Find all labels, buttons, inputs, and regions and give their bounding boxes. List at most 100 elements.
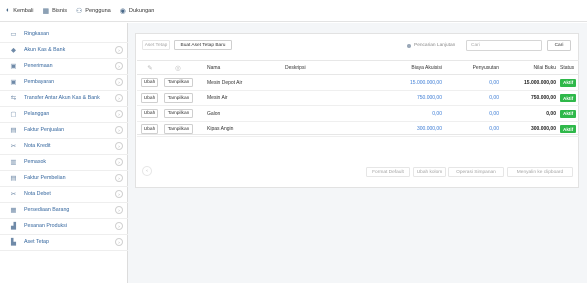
topnav-support-label: Dukungan: [128, 7, 155, 14]
sidebar-item-receipts[interactable]: ▣ Penerimaan ›: [0, 59, 128, 75]
acquisition-cost-link[interactable]: 15.000.000,00: [337, 75, 442, 90]
sidebar-item-customers[interactable]: ▢ Pelanggan ›: [0, 107, 128, 123]
acquisition-cost-link[interactable]: 0,00: [337, 106, 442, 121]
table-footer-divider: [137, 134, 579, 135]
edit-button[interactable]: Ubah: [141, 77, 158, 88]
asset-name: Mesin Depot Air: [207, 79, 243, 86]
sidebar-item-summary[interactable]: ▭ Ringkasan: [0, 27, 128, 43]
column-header-status[interactable]: Status: [560, 61, 574, 75]
column-header-acquisition-cost[interactable]: Biaya Akuisisi: [337, 61, 442, 75]
sidebar-item-inventory[interactable]: ▦ Persediaan Barang ›: [0, 203, 128, 219]
status-badge: Aktif: [560, 94, 577, 102]
default-format-button[interactable]: Format Default: [366, 167, 410, 177]
help-icon: ◉: [119, 7, 126, 15]
sidebar-item-label: Aset Tetap: [24, 239, 49, 246]
chevron-right-icon[interactable]: ›: [115, 206, 123, 215]
sidebar-item-transfer[interactable]: ⇆ Transfer Antar Akun Kas & Bank ›: [0, 91, 128, 107]
book-value: 15.000.000,00: [524, 79, 556, 86]
search-input[interactable]: Cari: [466, 40, 542, 51]
sidebar-item-cash-bank[interactable]: ◆ Akun Kas & Bank ›: [0, 43, 128, 59]
edit-column-icon: ✎: [147, 65, 153, 72]
edit-button[interactable]: Ubah: [141, 93, 158, 103]
sidebar-item-payments[interactable]: ▣ Pembayaran ›: [0, 75, 128, 91]
save-operation-button[interactable]: Operasi Simpanan: [448, 167, 504, 177]
monitor-icon: ▭: [10, 31, 17, 39]
acquisition-cost-link[interactable]: 750.000,00: [337, 91, 442, 106]
topnav-back[interactable]: ◐ Kembali: [6, 7, 33, 14]
chevron-right-icon[interactable]: ›: [115, 190, 123, 199]
sidebar-item-label: Pelanggan: [24, 111, 50, 118]
chevron-right-icon[interactable]: ›: [115, 142, 123, 151]
topnav-back-label: Kembali: [13, 7, 34, 14]
sidebar-item-label: Ringkasan: [24, 31, 50, 38]
status-badge: Aktif: [560, 78, 577, 87]
view-button[interactable]: Tampilkan: [164, 124, 193, 134]
view-button[interactable]: Tampilkan: [164, 108, 193, 119]
status-badge: Aktif: [560, 109, 577, 118]
depreciation-link[interactable]: 0,00: [437, 91, 499, 106]
edit-button[interactable]: Ubah: [141, 108, 158, 119]
sidebar-item-label: Faktur Penjualan: [24, 127, 65, 134]
sidebar-item-label: Transfer Antar Akun Kas & Bank: [24, 95, 100, 102]
sidebar-item-label: Penerimaan: [24, 63, 53, 70]
building-icon: ▦: [42, 7, 50, 15]
sidebar-item-suppliers[interactable]: ▥ Pemasok ›: [0, 155, 128, 171]
sidebar-item-label: Pemasok: [24, 159, 47, 166]
asset-icon: ▙: [11, 239, 16, 247]
topnav-support[interactable]: ◉ Dukungan: [120, 7, 155, 15]
chevron-right-icon[interactable]: ›: [115, 78, 123, 87]
view-button[interactable]: Tampilkan: [164, 93, 193, 103]
sidebar-item-credit-note[interactable]: ✂ Nota Kredit ›: [0, 139, 128, 155]
topnav-users[interactable]: ⚇ Pengguna: [76, 7, 111, 15]
sidebar-item-label: Nota Kredit: [24, 143, 51, 150]
column-header-book-value[interactable]: Nilai Buku: [499, 61, 556, 75]
status-badge: Aktif: [560, 125, 577, 133]
book-value: 0,00: [546, 110, 556, 117]
collapse-icon[interactable]: ‹: [142, 166, 152, 176]
view-column-icon: ◎: [175, 65, 181, 72]
column-header-description[interactable]: Deskripsi: [285, 61, 306, 75]
sidebar-item-label: Pesanan Produksi: [24, 223, 67, 230]
asset-name: Mesin Air: [207, 95, 228, 101]
logo-icon: ◐: [6, 7, 11, 14]
table-row: Ubah Tampilkan Galon 0,00 0,00 0,00 Akti…: [137, 106, 579, 122]
sidebar-item-production[interactable]: ▟ Pesanan Produksi ›: [0, 219, 128, 235]
sidebar-item-fixed-assets[interactable]: ▙ Aset Tetap ›: [0, 235, 128, 251]
chevron-right-icon[interactable]: ›: [115, 126, 123, 135]
asset-name: Galon: [207, 110, 221, 117]
chevron-right-icon[interactable]: ›: [115, 94, 123, 103]
supplier-icon: ▥: [10, 159, 17, 167]
sidebar-item-label: Faktur Pembelian: [24, 175, 66, 182]
chevron-right-icon[interactable]: ›: [115, 46, 123, 55]
customer-icon: ▢: [10, 111, 17, 119]
change-columns-button[interactable]: Ubah kolom: [413, 167, 446, 177]
column-header-depreciation[interactable]: Penyusutan: [437, 61, 499, 75]
depreciation-link[interactable]: 0,00: [437, 106, 499, 121]
production-icon: ▟: [11, 223, 16, 231]
search-button[interactable]: Cari: [547, 40, 571, 51]
receipt-icon: ▣: [10, 63, 17, 71]
chevron-right-icon[interactable]: ›: [115, 238, 123, 247]
topnav-business-label: Bisnis: [52, 7, 67, 14]
plus-icon: [407, 43, 411, 48]
scissors-icon: ✂: [10, 143, 17, 151]
topnav-business[interactable]: ▦ Bisnis: [42, 7, 67, 15]
depreciation-link[interactable]: 0,00: [437, 75, 499, 90]
sidebar-item-debit-note[interactable]: ✂ Nota Debet ›: [0, 187, 128, 203]
create-asset-button[interactable]: Buat Aset Tetap Baru: [174, 40, 232, 50]
chevron-right-icon[interactable]: ›: [115, 174, 123, 183]
view-button[interactable]: Tampilkan: [164, 77, 193, 88]
sidebar-item-sales-invoice[interactable]: ▤ Faktur Penjualan ›: [0, 123, 128, 139]
column-header-name[interactable]: Nama: [207, 61, 220, 75]
table-header: ✎ ◎ Nama Deskripsi Biaya Akuisisi Penyus…: [137, 60, 579, 75]
edit-button[interactable]: Ubah: [141, 124, 158, 134]
sidebar-item-label: Persediaan Barang: [24, 207, 70, 214]
chevron-right-icon[interactable]: ›: [115, 222, 123, 231]
chevron-right-icon[interactable]: ›: [115, 110, 123, 119]
invoice-icon: ▤: [10, 175, 17, 183]
chevron-right-icon[interactable]: ›: [115, 158, 123, 167]
copy-clipboard-button[interactable]: Menyalin ke clipboard: [507, 167, 573, 177]
chevron-right-icon[interactable]: ›: [115, 62, 123, 71]
sidebar-item-purchase-invoice[interactable]: ▤ Faktur Pembelian ›: [0, 171, 128, 187]
advanced-search-toggle[interactable]: Pencarian Lanjutan: [407, 43, 455, 48]
